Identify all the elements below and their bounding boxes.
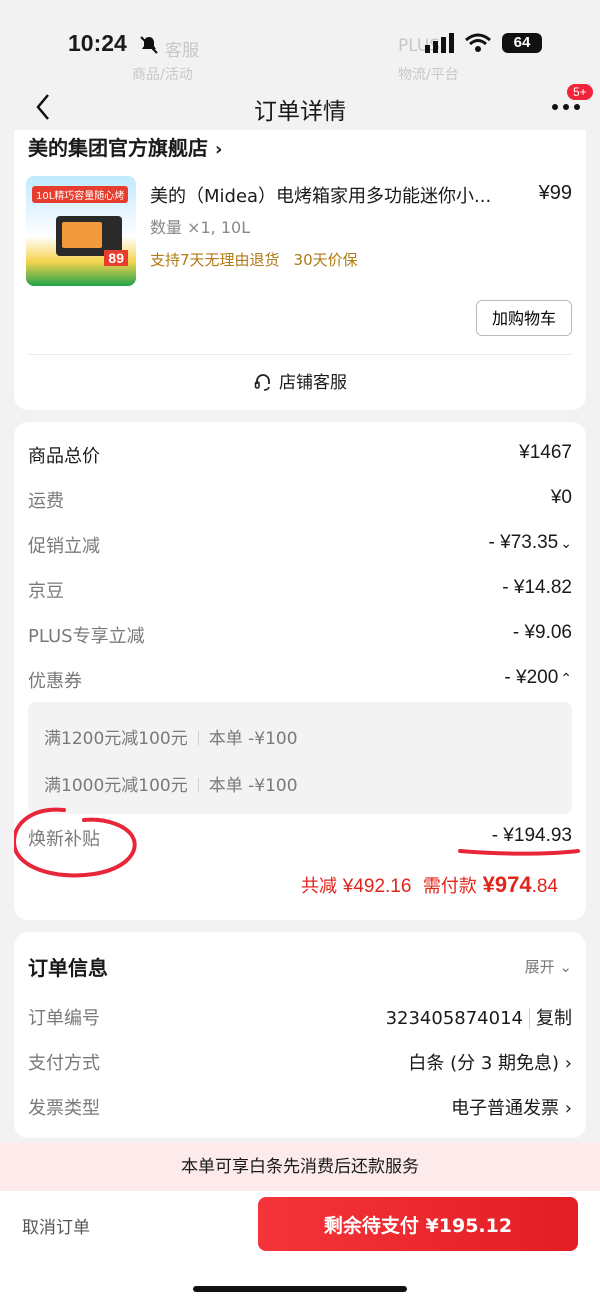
pay-remaining-button[interactable]: 剩余待支付 ¥195.12 — [258, 1197, 578, 1251]
price-breakdown-card: 商品总价 ¥1467 运费 ¥0 促销立减 - ¥73.35 ⌄ 京豆 - ¥14… — [14, 422, 586, 920]
product-quantity: 数量 ×1, 10L — [150, 218, 251, 237]
price-row-value: - ¥194.93 — [491, 825, 572, 846]
price-row-label: 商品总价 — [28, 446, 100, 467]
price-row-label: 焕新补贴 — [28, 829, 100, 850]
store-service-label: 店铺客服 — [279, 373, 347, 393]
order-info-title: 订单信息 — [28, 956, 108, 980]
shop-name: 美的集团官方旗舰店 — [28, 136, 208, 160]
need-pay-decimal: .84 — [531, 876, 558, 897]
product-image-tag: 10L精巧容量随心烤 — [32, 186, 129, 203]
price-row-jingdou: 京豆 - ¥14.82 — [28, 577, 572, 607]
total-reduction: ¥492.16 — [342, 876, 412, 897]
product-price: ¥99 — [538, 182, 572, 204]
price-row-label: PLUS专享立减 — [28, 626, 145, 647]
chevron-right-icon: › — [214, 139, 223, 160]
ghost-tab-plus-sub: 物流/平台 — [398, 67, 459, 83]
price-row-value: - ¥9.06 — [512, 622, 572, 643]
price-row-value: - ¥14.82 — [502, 577, 572, 598]
price-row-value: - ¥73.35 ⌄ — [488, 532, 572, 553]
chevron-right-icon: › — [564, 1098, 572, 1119]
page-title: 订单详情 — [254, 99, 346, 125]
status-bar: 10:24 客服 商品/活动 PLUS 物流/平台 64 — [0, 0, 600, 90]
mute-bell-icon — [140, 36, 158, 54]
home-indicator[interactable] — [193, 1286, 407, 1292]
message-count-badge: 5+ — [567, 84, 593, 100]
price-row-value: ¥1467 — [519, 442, 572, 463]
product-tags: 支持7天无理由退货 30天价保 — [150, 249, 358, 270]
price-row-label: 优惠券 — [28, 671, 82, 692]
tag-return: 支持7天无理由退货 — [150, 251, 280, 269]
more-options-icon[interactable] — [551, 102, 581, 112]
invoice-type: 电子普通发票 — [451, 1098, 560, 1119]
clock: 10:24 — [68, 30, 127, 56]
price-row-label: 运费 — [28, 491, 64, 512]
wifi-icon — [465, 33, 491, 52]
order-info-card: 订单信息 展开 ⌄ 订单编号 323405874014 复制 支付方式 白条 (分… — [14, 932, 586, 1138]
expand-button[interactable]: 展开 ⌄ — [525, 956, 572, 977]
need-pay-amount: ¥974 — [482, 872, 532, 897]
headset-icon — [254, 374, 270, 391]
payment-method: 白条 (分 3 期免息) — [408, 1053, 560, 1074]
order-number: 323405874014 — [385, 1008, 523, 1029]
shop-card: 美的集团官方旗舰店 › 10L精巧容量随心烤 89 美的（Midea）电烤箱家用… — [14, 130, 586, 410]
coupon-item: 满1200元减100元 本单 -¥100 — [44, 729, 298, 749]
signal-icon — [425, 33, 454, 53]
price-row-subsidy: 焕新补贴 - ¥194.93 — [28, 825, 572, 855]
cancel-order-button[interactable]: 取消订单 — [22, 1213, 90, 1238]
chevron-down-icon: ⌄ — [559, 958, 572, 976]
add-to-cart-button[interactable]: 加购物车 — [476, 300, 572, 336]
price-row-label: 促销立减 — [28, 536, 100, 557]
product-image[interactable]: 10L精巧容量随心烤 89 — [26, 176, 136, 286]
baitiao-promo-banner: 本单可享白条先消费后还款服务 — [0, 1143, 600, 1191]
price-row-value: - ¥200 ⌃ — [504, 667, 572, 688]
ghost-tab-service: 客服 — [165, 41, 199, 61]
product-image-price: 89 — [104, 250, 128, 266]
divider — [28, 354, 572, 355]
chevron-down-icon: ⌄ — [560, 535, 572, 551]
coupon-item: 满1000元减100元 本单 -¥100 — [44, 776, 298, 796]
price-row-label: 京豆 — [28, 581, 64, 602]
tag-price-protect: 30天价保 — [293, 251, 358, 269]
chevron-right-icon: › — [564, 1053, 572, 1074]
copy-button[interactable]: 复制 — [529, 1008, 572, 1029]
store-service-button[interactable]: 店铺客服 — [14, 368, 586, 393]
price-row-total: 商品总价 ¥1467 — [28, 442, 572, 472]
price-summary: 共减 ¥492.16 需付款 ¥974.84 — [301, 872, 558, 897]
price-row-plus: PLUS专享立减 - ¥9.06 — [28, 622, 572, 652]
price-row-shipping: 运费 ¥0 — [28, 487, 572, 517]
battery-indicator: 64 — [502, 33, 542, 53]
ghost-tab-service-sub: 商品/活动 — [132, 67, 193, 83]
chevron-up-icon: ⌃ — [560, 670, 572, 686]
price-row-coupon[interactable]: 优惠券 - ¥200 ⌃ — [28, 667, 572, 697]
coupon-list: 满1200元减100元 本单 -¥100 满1000元减100元 本单 -¥100 — [28, 702, 572, 814]
nav-bar: 订单详情 5+ — [0, 82, 600, 132]
price-row-promotion[interactable]: 促销立减 - ¥73.35 ⌄ — [28, 532, 572, 562]
price-row-value: ¥0 — [550, 487, 572, 508]
product-name[interactable]: 美的（Midea）电烤箱家用多功能迷你小... — [150, 182, 510, 208]
shop-link[interactable]: 美的集团官方旗舰店 › — [28, 132, 222, 161]
